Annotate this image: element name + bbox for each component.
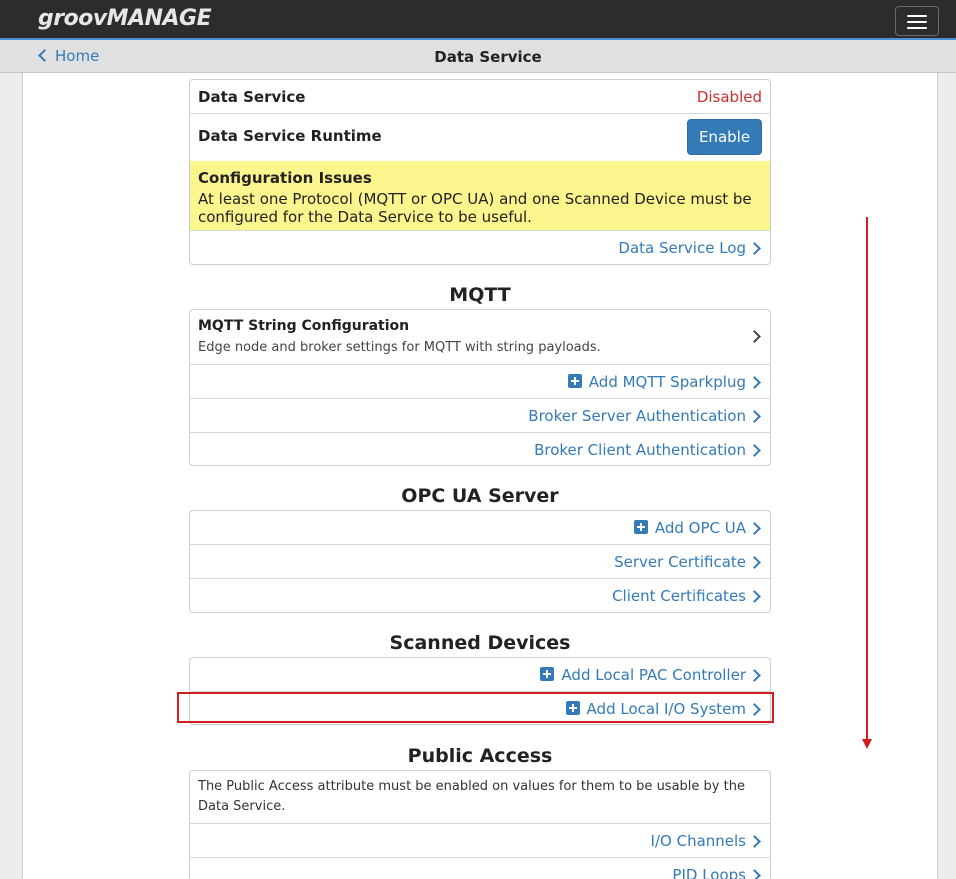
chevron-right-icon <box>748 669 761 682</box>
hamburger-icon-bar <box>907 27 927 29</box>
plus-square-icon <box>633 520 648 534</box>
brand-logo[interactable]: groovMANAGE <box>38 6 212 34</box>
data-service-log-link[interactable]: Data Service Log <box>618 239 746 257</box>
server-certificate-row[interactable]: Server Certificate <box>190 545 770 579</box>
server-certificate-link[interactable]: Server Certificate <box>614 553 746 571</box>
mqtt-section-title: MQTT <box>449 284 511 306</box>
data-service-log-row[interactable]: Data Service Log <box>190 231 770 264</box>
data-service-panel: Data Service Disabled Data Service Runti… <box>189 79 771 265</box>
public-access-description: The Public Access attribute must be enab… <box>190 771 770 824</box>
add-opcua-link[interactable]: Add OPC UA <box>633 519 746 537</box>
opcua-section-title: OPC UA Server <box>401 485 559 507</box>
mqtt-string-config-row[interactable]: MQTT String Configuration Edge node and … <box>190 310 770 365</box>
brand-part-manage: MANAGE <box>106 6 212 31</box>
broker-client-auth-link[interactable]: Broker Client Authentication <box>534 441 746 459</box>
page-title: Data Service <box>434 48 542 66</box>
configuration-issues-title: Configuration Issues <box>198 169 372 187</box>
pid-loops-row[interactable]: PID Loops <box>190 858 770 879</box>
mqtt-string-config-title: MQTT String Configuration <box>198 318 410 334</box>
plus-square-icon <box>540 667 555 681</box>
chevron-right-icon <box>748 330 761 343</box>
data-service-runtime-row: Data Service Runtime Enable <box>190 114 770 161</box>
chevron-right-icon <box>748 590 761 603</box>
status-value-disabled: Disabled <box>696 88 762 106</box>
chevron-right-icon <box>748 835 761 848</box>
add-opcua-label: Add OPC UA <box>654 519 746 537</box>
opcua-panel: Add OPC UA Server Certificate Client Cer… <box>189 510 771 613</box>
runtime-label: Data Service Runtime <box>198 127 382 145</box>
mqtt-panel: MQTT String Configuration Edge node and … <box>189 309 771 466</box>
add-mqtt-sparkplug-label: Add MQTT Sparkplug <box>588 373 746 391</box>
chevron-right-icon <box>748 242 761 255</box>
add-local-pac-link[interactable]: Add Local PAC Controller <box>540 666 746 684</box>
pid-loops-link[interactable]: PID Loops <box>672 866 746 879</box>
public-access-section-title: Public Access <box>407 745 553 767</box>
public-access-panel: The Public Access attribute must be enab… <box>189 770 771 879</box>
top-navbar: groovMANAGE <box>0 0 956 40</box>
scanned-devices-section-title: Scanned Devices <box>389 632 571 654</box>
add-mqtt-sparkplug-link[interactable]: Add MQTT Sparkplug <box>567 373 746 391</box>
chevron-right-icon <box>748 522 761 535</box>
hamburger-menu-button[interactable] <box>895 6 939 36</box>
chevron-right-icon <box>748 556 761 569</box>
add-opcua-row[interactable]: Add OPC UA <box>190 511 770 545</box>
scroll-down-arrow-icon <box>862 739 872 749</box>
mqtt-string-config-desc: Edge node and broker settings for MQTT w… <box>198 340 601 355</box>
add-local-pac-label: Add Local PAC Controller <box>561 666 746 684</box>
io-channels-link[interactable]: I/O Channels <box>651 832 746 850</box>
chevron-right-icon <box>748 376 761 389</box>
broker-server-auth-link[interactable]: Broker Server Authentication <box>528 407 746 425</box>
hamburger-icon-bar <box>907 21 927 23</box>
hamburger-icon <box>907 15 927 17</box>
configuration-issues-alert: Configuration Issues At least one Protoc… <box>190 161 770 231</box>
chevron-right-icon <box>748 869 761 879</box>
io-channels-row[interactable]: I/O Channels <box>190 824 770 858</box>
data-service-status-row: Data Service Disabled <box>190 80 770 114</box>
broker-client-auth-row[interactable]: Broker Client Authentication <box>190 433 770 465</box>
configuration-issues-text: At least one Protocol (MQTT or OPC UA) a… <box>198 190 752 226</box>
enable-button[interactable]: Enable <box>687 119 762 155</box>
add-local-pac-row[interactable]: Add Local PAC Controller <box>190 658 770 692</box>
chevron-right-icon <box>748 410 761 423</box>
brand-part-groov: groov <box>38 6 107 31</box>
data-service-label: Data Service <box>198 88 306 106</box>
sub-header: Home Data Service <box>0 40 956 73</box>
add-mqtt-sparkplug-row[interactable]: Add MQTT Sparkplug <box>190 365 770 399</box>
client-certificates-link[interactable]: Client Certificates <box>612 587 746 605</box>
broker-server-auth-row[interactable]: Broker Server Authentication <box>190 399 770 433</box>
scroll-down-arrow-line <box>866 217 868 739</box>
chevron-right-icon <box>748 444 761 457</box>
highlight-annotation-box <box>177 692 774 723</box>
client-certificates-row[interactable]: Client Certificates <box>190 579 770 612</box>
plus-square-icon <box>567 374 582 388</box>
